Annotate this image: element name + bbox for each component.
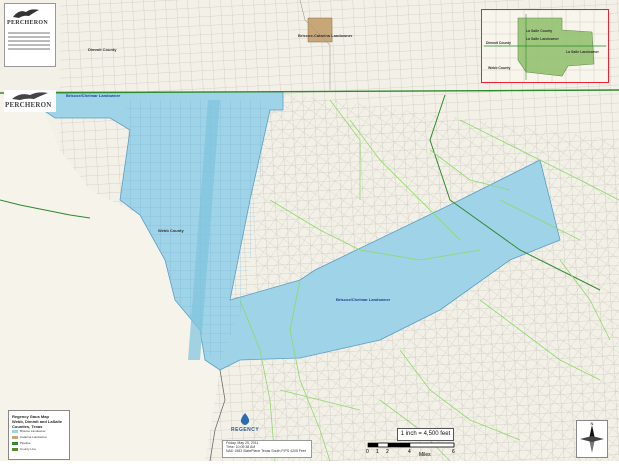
regency-brand: REGENCY: [231, 427, 260, 433]
north-arrow: N: [576, 420, 608, 458]
inset-label-lasalle: La Salle County: [526, 29, 553, 33]
label-blue-left: Briscoe/Chelmar Landowner: [66, 93, 121, 98]
legend-label-3: Pipeline: [20, 441, 31, 445]
catarina-tract[interactable]: [307, 17, 333, 43]
locator-inset-map[interactable]: Dimmit County La Salle County Webb Count…: [481, 9, 609, 83]
inset-label-landowner-1: La Salle Landowner: [526, 37, 559, 41]
logo-info-lines: [8, 30, 50, 52]
label-top-landowner: Briscoe-Catarina Landowner: [298, 33, 353, 38]
scale-unit: Miles: [419, 452, 431, 458]
label-county-upper: Dimmit County: [88, 47, 117, 52]
svg-text:N: N: [591, 421, 594, 426]
map-notes: Friday, May 25, 2011 Time: 10:09:38 AM N…: [222, 440, 312, 458]
scale-tick-2: 2: [386, 449, 389, 455]
compass-icon: N: [580, 421, 604, 453]
label-blue-main: Briscoe/Chelmar Landowner: [336, 297, 391, 302]
droplet-icon: [240, 413, 250, 425]
legend-label-2: Catarina Landowner: [20, 435, 48, 439]
scale-ratio: 1 inch = 4,500 feet: [397, 428, 454, 441]
inset-label-dimmit: Dimmit County: [486, 41, 511, 45]
legend-title: Regency Gaus Map Webb, Dimmit and LaSall…: [12, 414, 62, 429]
inset-map-canvas: [482, 10, 608, 82]
regency-logo: REGENCY: [225, 410, 265, 436]
label-webb-county: Webb County: [158, 228, 184, 233]
legend-label-1: Briscoe Landowner: [20, 429, 46, 433]
percheron-logo: PERCHERON: [4, 3, 56, 67]
horse-icon: [12, 92, 48, 100]
note-projection: NAD 1983 StatePlane Texas South FIPS 420…: [226, 449, 306, 453]
scale-bar: 0 1 2 4 6 Miles: [364, 441, 474, 459]
legend-swatch-3: [12, 441, 18, 445]
legend-row-3: Pipeline: [12, 441, 66, 445]
legend-box: Regency Gaus Map Webb, Dimmit and LaSall…: [8, 410, 70, 460]
horse-icon: [13, 9, 39, 18]
percheron-logo-secondary: PERCHERON: [4, 90, 56, 112]
legend-row-1: Briscoe Landowner: [12, 429, 66, 433]
scale-tick-1: 1: [376, 449, 379, 455]
company-name-secondary: PERCHERON: [5, 101, 52, 109]
scale-tick-0: 0: [366, 449, 369, 455]
legend-swatch-1: [12, 429, 18, 433]
company-name: PERCHERON: [7, 20, 49, 26]
scale-tick-4: 6: [452, 449, 455, 455]
scale-tick-3: 4: [408, 449, 411, 455]
map-frame: PERCHERON PERCHERON Briscoe-Catarina Lan…: [0, 0, 619, 461]
inset-label-landowner-2: La Salle Landowner: [566, 50, 599, 54]
legend-swatch-2: [12, 435, 18, 439]
legend-swatch-4: [12, 447, 18, 451]
legend-row-4: County Line: [12, 447, 66, 451]
legend-label-4: County Line: [20, 447, 37, 451]
legend-row-2: Catarina Landowner: [12, 435, 66, 439]
inset-label-webb: Webb County: [488, 66, 511, 70]
